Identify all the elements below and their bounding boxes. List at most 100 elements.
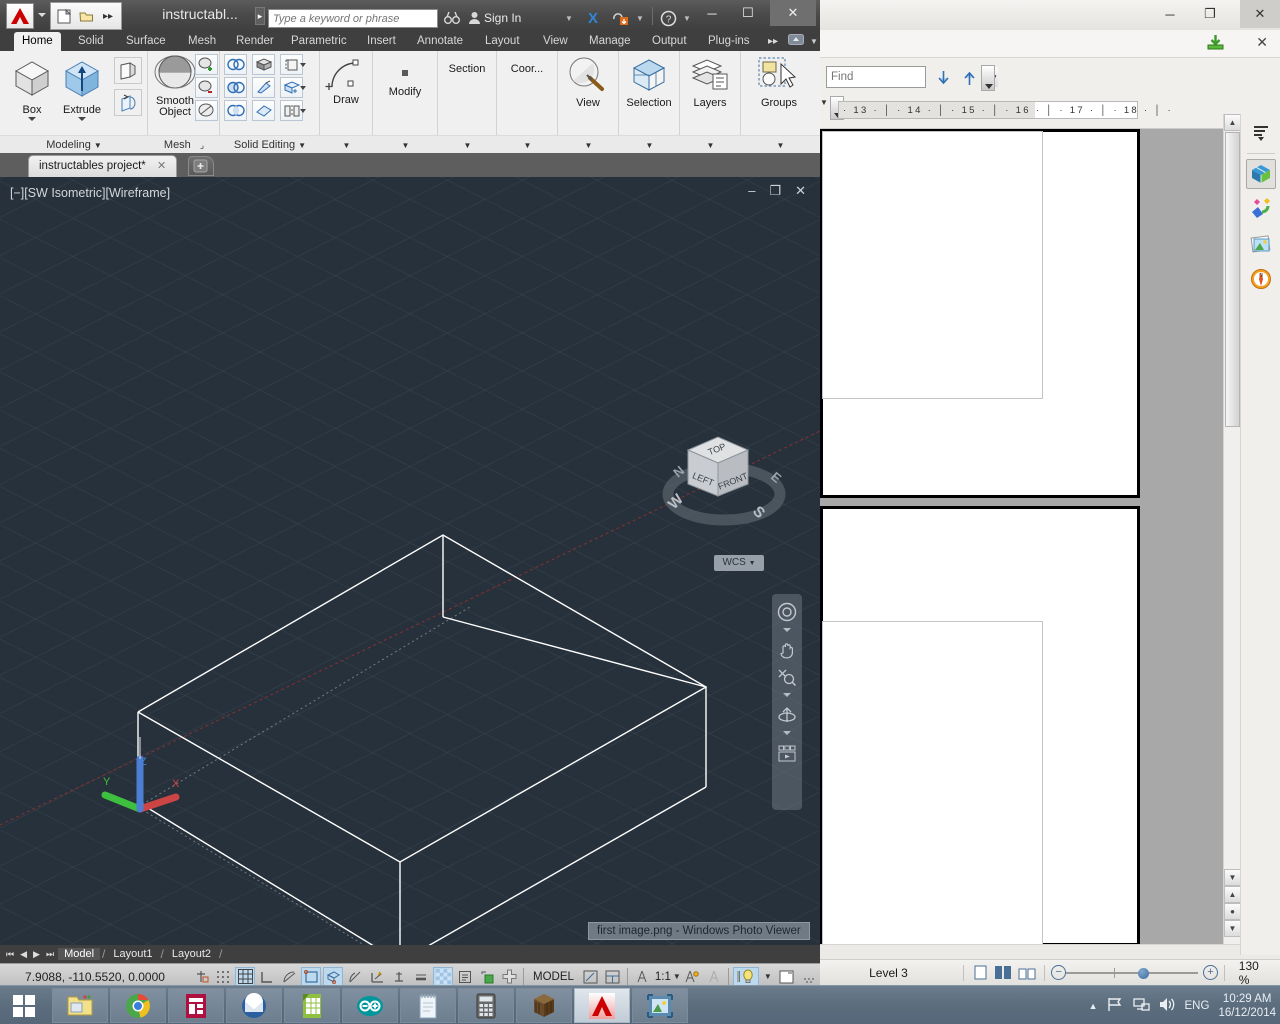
taskbar-item-publisher[interactable] xyxy=(168,988,224,1023)
object-snap-tracking-icon[interactable] xyxy=(345,967,365,987)
selection-cycling-icon[interactable] xyxy=(455,967,475,987)
file-tab-close-icon[interactable]: ✕ xyxy=(157,160,166,172)
layout-tile-icon[interactable] xyxy=(603,967,623,987)
layers-panel-caret-icon[interactable]: ▼ xyxy=(707,141,715,150)
dynamic-ucs-icon[interactable] xyxy=(367,967,387,987)
find-next-icon[interactable] xyxy=(932,67,954,89)
box-button[interactable]: Box xyxy=(4,55,60,121)
zoom-caret-icon[interactable] xyxy=(783,693,791,697)
taskbar-item-minecraft[interactable] xyxy=(516,988,572,1023)
document-horizontal-scrollbar[interactable] xyxy=(820,944,1240,959)
insert-image-icon[interactable] xyxy=(1246,229,1276,259)
scroll-thumb[interactable] xyxy=(1225,132,1240,427)
model-space-label[interactable]: MODEL xyxy=(527,971,580,983)
mesh-panel-dialog-launcher-icon[interactable]: ⌟ xyxy=(200,140,204,150)
title-dropdown-icon[interactable]: ▸ xyxy=(255,7,265,25)
next-page-button[interactable]: ▼ xyxy=(1224,920,1241,937)
smooth-less-button[interactable] xyxy=(195,77,218,98)
annotation-monitor-icon[interactable] xyxy=(477,967,497,987)
union-button[interactable] xyxy=(224,54,247,75)
separate-caret-icon[interactable] xyxy=(300,109,306,113)
doc-minimize-button[interactable]: ─ xyxy=(1150,0,1190,28)
ribbon-tab-surface[interactable]: Surface xyxy=(118,32,174,51)
effects-icon[interactable] xyxy=(1246,194,1276,224)
wcs-caret-icon[interactable]: ▼ xyxy=(749,560,756,567)
coordinates-panel-caret-icon[interactable]: ▼ xyxy=(524,141,532,150)
extrude-button[interactable]: Extrude xyxy=(54,55,110,121)
open-file-icon[interactable] xyxy=(77,7,95,25)
new-file-tab-button[interactable] xyxy=(188,156,214,176)
polar-tracking-icon[interactable] xyxy=(279,967,299,987)
spread-view-icon[interactable] xyxy=(1015,964,1038,982)
annotation-visibility-icon[interactable] xyxy=(682,967,702,987)
horizontal-ruler[interactable]: · 13 · │ · 14 · │ · 15 · │ · 16 · │ · 17… xyxy=(838,101,1138,119)
layers-button[interactable]: Layers xyxy=(682,56,738,109)
annotation-scale-value[interactable]: 1:1 xyxy=(653,971,673,983)
maximize-button[interactable]: ☐ xyxy=(732,0,764,26)
workspace-switching-icon[interactable] xyxy=(733,967,759,987)
layout-tab-layout2[interactable]: Layout2 xyxy=(166,948,217,960)
ribbon-tab-solid[interactable]: Solid xyxy=(70,32,112,51)
modify-button[interactable]: Modify xyxy=(377,63,433,98)
ribbon-tab-view[interactable]: View xyxy=(535,32,576,51)
ribbon-tab-manage[interactable]: Manage xyxy=(581,32,639,51)
delete-faces-button[interactable] xyxy=(252,100,275,121)
view-cube[interactable]: N E W S TOP LEFT FRONT xyxy=(660,432,790,542)
snap-mode-icon[interactable] xyxy=(213,967,233,987)
scroll-up-button[interactable]: ▲ xyxy=(1224,114,1241,131)
modeling-panel-caret-icon[interactable]: ▼ xyxy=(94,141,102,150)
wcs-dropdown[interactable]: WCS ▼ xyxy=(714,555,764,571)
new-file-icon[interactable] xyxy=(55,7,73,25)
autocad-application-menu-icon[interactable] xyxy=(6,3,34,29)
orbit-caret-icon[interactable] xyxy=(783,731,791,735)
doc-pane-close-icon[interactable]: ✕ xyxy=(1256,34,1268,51)
layout-first-icon[interactable]: ⏮ xyxy=(4,949,16,960)
coordinates-display[interactable]: 7.9088, -110.5520, 0.0000 xyxy=(0,970,190,984)
ribbon-tab-annotate[interactable]: Annotate xyxy=(409,32,471,51)
zoom-in-button[interactable]: + xyxy=(1203,965,1218,980)
taskbar-item-thunderbird[interactable] xyxy=(226,988,282,1023)
subtract-button[interactable] xyxy=(224,77,247,98)
find-previous-icon[interactable] xyxy=(958,67,980,89)
view-options-icon[interactable] xyxy=(1246,118,1276,148)
tray-expand-icon[interactable]: ▲ xyxy=(1089,1001,1098,1011)
compass-navigation-icon[interactable]: N xyxy=(1246,264,1276,294)
layout-viewport-icon[interactable] xyxy=(581,967,601,987)
search-input-field[interactable] xyxy=(269,10,437,27)
taskbar-item-photo-viewer[interactable] xyxy=(632,988,688,1023)
action-center-flag-icon[interactable] xyxy=(1107,997,1124,1015)
status-bar-menu-icon[interactable] xyxy=(799,967,819,987)
volume-icon[interactable] xyxy=(1159,997,1176,1015)
taskbar-item-file-explorer[interactable] xyxy=(52,988,108,1023)
infer-constraints-icon[interactable] xyxy=(191,967,211,987)
grid-display-icon[interactable] xyxy=(235,967,255,987)
lineweight-icon[interactable] xyxy=(411,967,431,987)
ribbon-tab-plugins[interactable]: Plug-ins xyxy=(700,32,758,51)
search-binoculars-icon[interactable] xyxy=(444,8,460,28)
object-snap-icon[interactable] xyxy=(301,967,321,987)
extrude-faces-button[interactable] xyxy=(252,54,275,75)
taper-faces-button[interactable] xyxy=(252,77,275,98)
3d-object-snap-icon[interactable] xyxy=(323,967,343,987)
extrude-dropdown-caret-icon[interactable] xyxy=(78,117,86,121)
start-button[interactable] xyxy=(0,986,48,1024)
ribbon-tab-render[interactable]: Render xyxy=(228,32,282,51)
zoom-out-button[interactable]: − xyxy=(1051,965,1066,980)
file-tab-instructables-project[interactable]: instructables project* ✕ xyxy=(28,155,177,177)
presspull-button[interactable] xyxy=(114,57,142,84)
revolve-button[interactable] xyxy=(114,89,142,116)
doc-close-button[interactable]: ✕ xyxy=(1240,0,1280,28)
document-vertical-scrollbar[interactable]: ▲ ▼ ▲ ● ▼ xyxy=(1223,114,1240,955)
sign-in-caret-icon[interactable]: ▼ xyxy=(565,8,573,28)
drawing-canvas[interactable]: [−][SW Isometric][Wireframe] – ❐ ✕ xyxy=(0,177,820,945)
help-icon[interactable]: ? xyxy=(660,8,677,28)
annotation-scale-caret-icon[interactable]: ▼ xyxy=(673,972,681,981)
smooth-object-button[interactable]: Smooth Object xyxy=(150,53,200,118)
infocenter-search-input[interactable] xyxy=(268,9,438,28)
ribbon-tab-home[interactable]: Home xyxy=(14,32,61,51)
view-button[interactable]: View xyxy=(560,56,616,109)
a360-caret-icon[interactable]: ▼ xyxy=(636,8,644,28)
intersect-button[interactable] xyxy=(224,100,247,121)
box-dropdown-caret-icon[interactable] xyxy=(28,117,36,121)
steering-wheels-caret-icon[interactable] xyxy=(783,628,791,632)
